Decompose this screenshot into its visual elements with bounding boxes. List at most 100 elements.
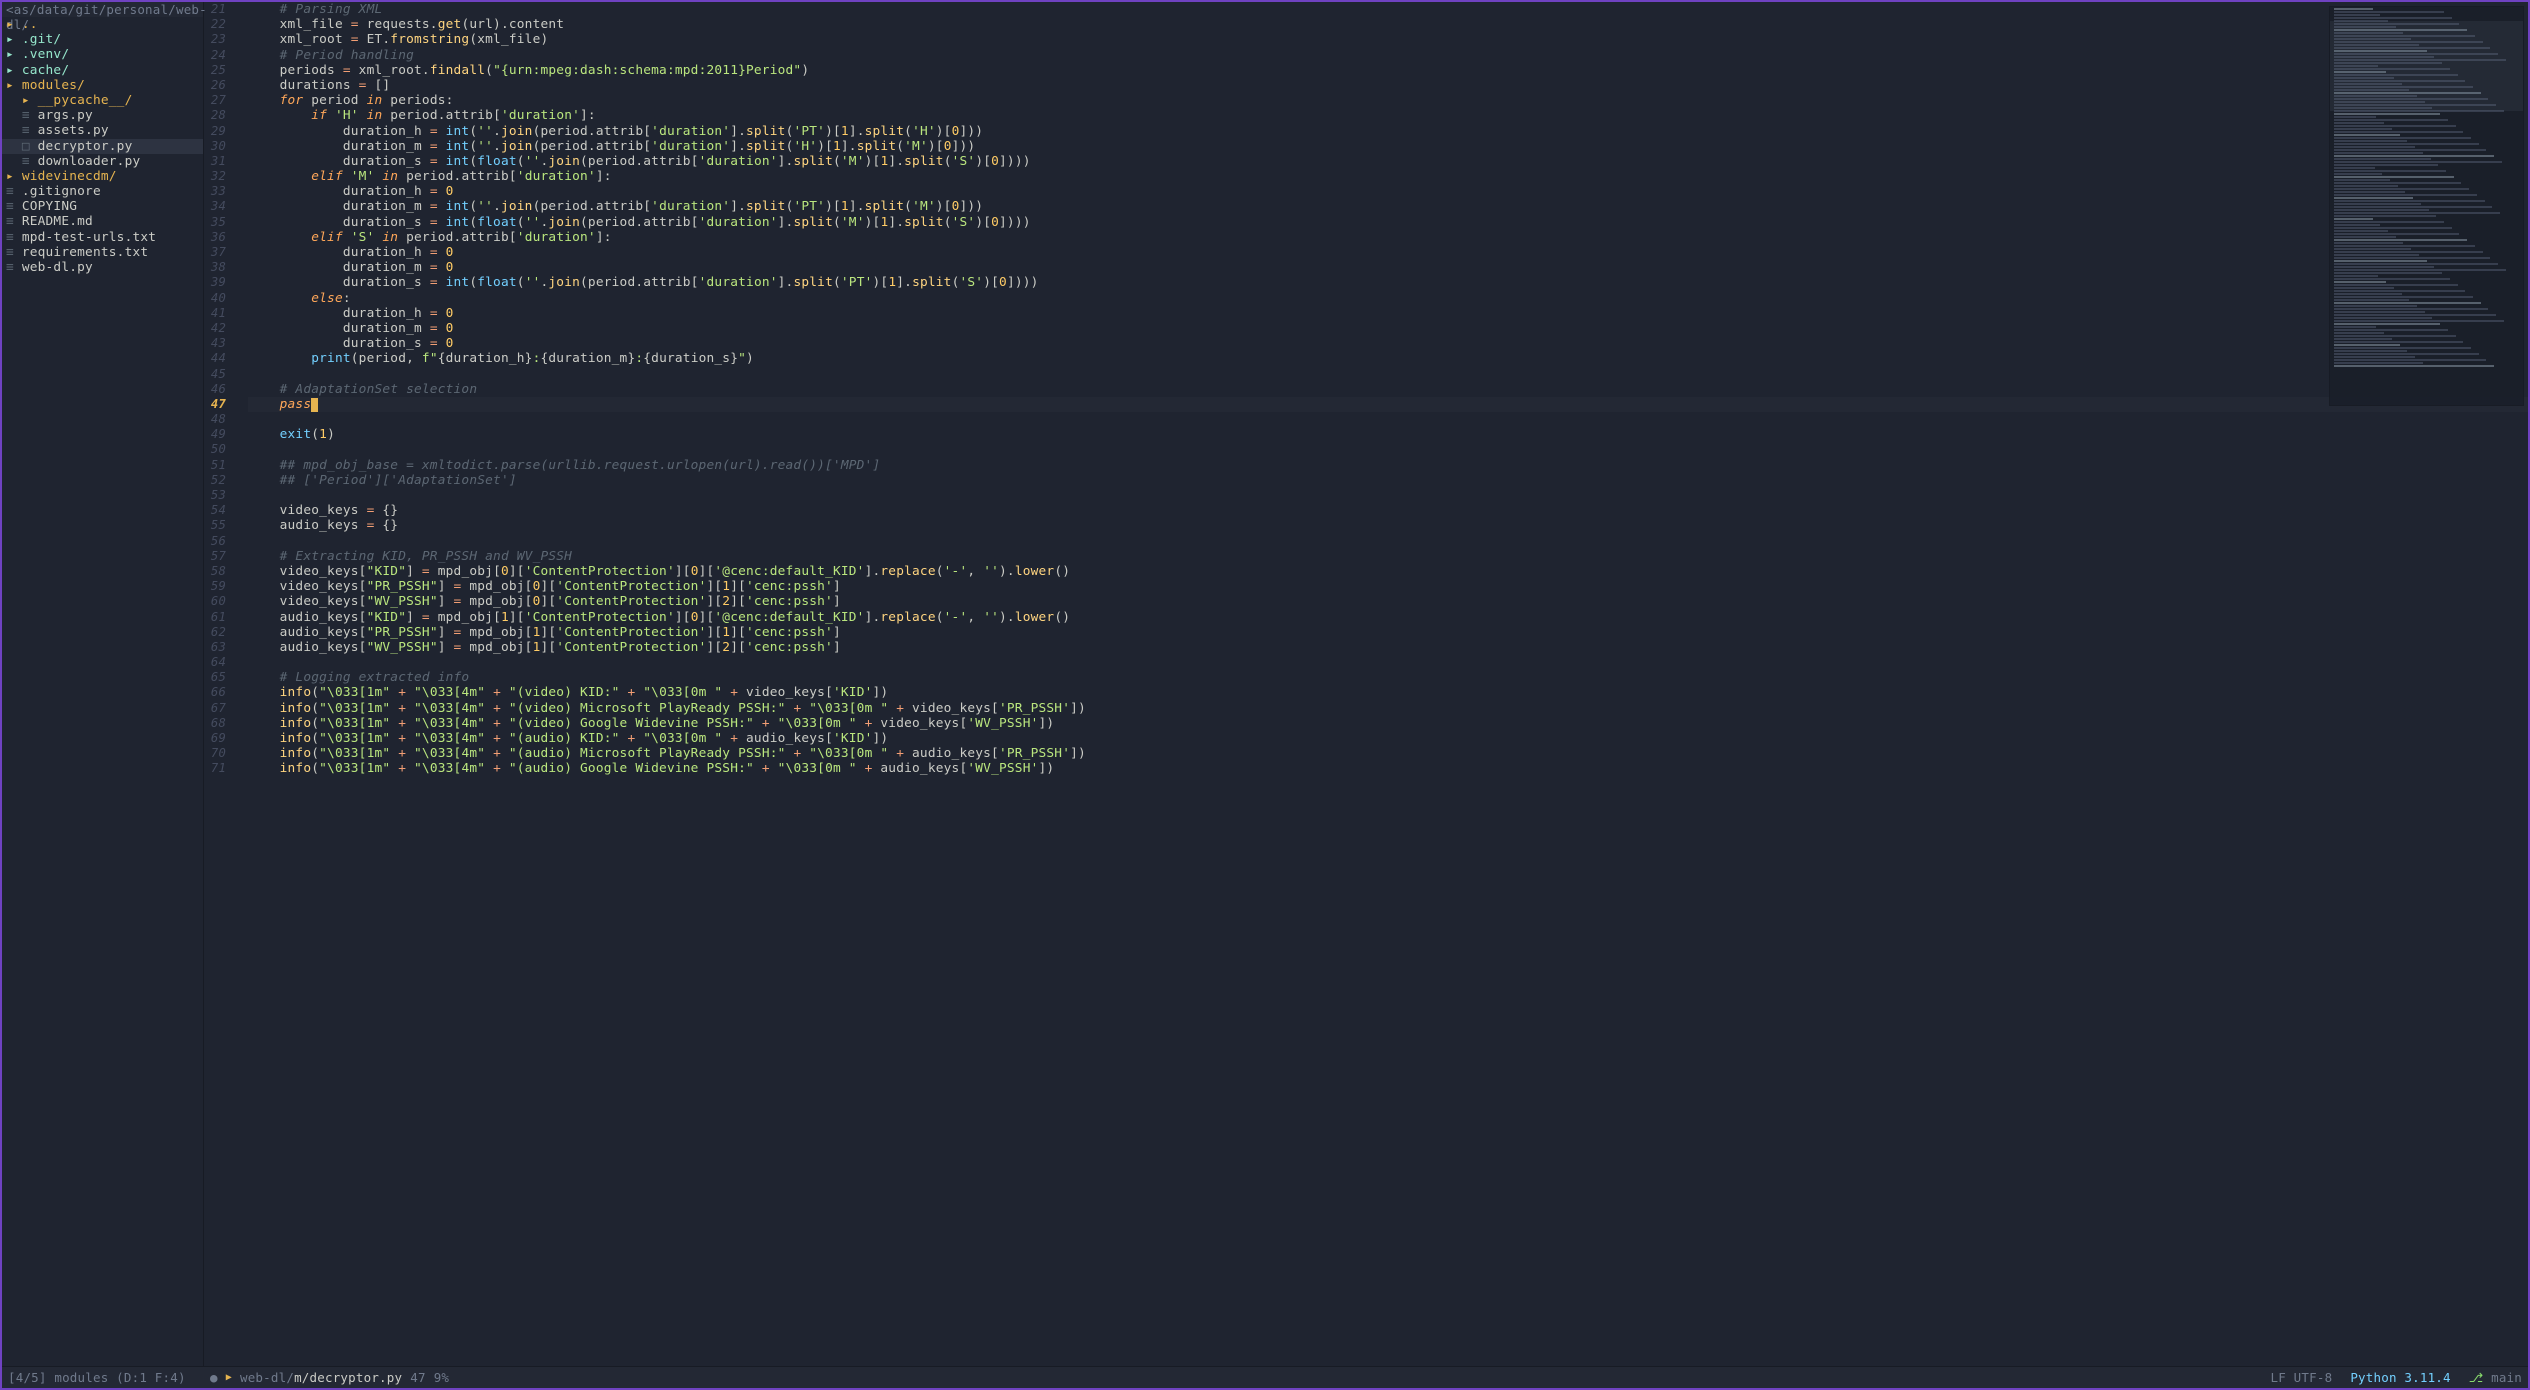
code-line[interactable]: info("\033[1m" + "\033[4m" + "(video) Go… [248, 716, 2528, 731]
tree-item-downloader-py[interactable]: ≡ downloader.py [2, 154, 203, 169]
status-line-number: 47 [410, 1367, 425, 1389]
status-bar: [4/5] modules (D:1 F:4) ● ▶ web-dl/m/dec… [2, 1366, 2528, 1388]
code-line[interactable]: video_keys["PR_PSSH"] = mpd_obj[0]['Cont… [248, 579, 2528, 594]
code-line[interactable]: ## mpd_obj_base = xmltodict.parse(urllib… [248, 458, 2528, 473]
tree-item--venv-[interactable]: ▸ .venv/ [2, 47, 203, 62]
code-line[interactable] [248, 655, 2528, 670]
line-number: 24 [204, 48, 226, 63]
tree-item--gitignore[interactable]: ≡ .gitignore [2, 184, 203, 199]
code-line[interactable]: video_keys = {} [248, 503, 2528, 518]
code-line[interactable]: periods = xml_root.findall("{urn:mpeg:da… [248, 63, 2528, 78]
code-line[interactable]: elif 'S' in period.attrib['duration']: [248, 230, 2528, 245]
code-line[interactable]: duration_s = int(float(''.join(period.at… [248, 154, 2528, 169]
tree-icon: ≡ [22, 154, 30, 169]
code-line[interactable]: info("\033[1m" + "\033[4m" + "(audio) KI… [248, 731, 2528, 746]
code-line[interactable]: duration_h = int(''.join(period.attrib['… [248, 124, 2528, 139]
code-line[interactable] [248, 412, 2528, 427]
code-line[interactable]: duration_s = int(float(''.join(period.at… [248, 275, 2528, 290]
code-line[interactable]: ## ['Period']['AdaptationSet'] [248, 473, 2528, 488]
line-number: 60 [204, 594, 226, 609]
code-line[interactable]: duration_h = 0 [248, 245, 2528, 260]
status-encoding: LF UTF-8 [2271, 1367, 2333, 1389]
tree-item-assets-py[interactable]: ≡ assets.py [2, 123, 203, 138]
line-number: 25 [204, 63, 226, 78]
tree-item-label: downloader.py [38, 154, 141, 169]
code-line[interactable]: duration_s = int(float(''.join(period.at… [248, 215, 2528, 230]
tree-item-requirements-txt[interactable]: ≡ requirements.txt [2, 245, 203, 260]
code-line[interactable]: # Parsing XML [248, 2, 2528, 17]
code-line[interactable]: # AdaptationSet selection [248, 382, 2528, 397]
code-line[interactable] [248, 534, 2528, 549]
code-line[interactable]: duration_m = 0 [248, 321, 2528, 336]
code-line[interactable]: # Extracting KID, PR_PSSH and WV_PSSH [248, 549, 2528, 564]
code-line[interactable]: duration_h = 0 [248, 306, 2528, 321]
code-line[interactable]: info("\033[1m" + "\033[4m" + "(video) KI… [248, 685, 2528, 700]
code-line[interactable]: xml_root = ET.fromstring(xml_file) [248, 32, 2528, 47]
tree-icon: ▸ [22, 93, 30, 108]
line-number: 23 [204, 32, 226, 47]
tree-item-cache-[interactable]: ▸ cache/ [2, 63, 203, 78]
line-number: 47 [204, 397, 226, 412]
tree-item---pycache---[interactable]: ▸ __pycache__/ [2, 93, 203, 108]
minimap[interactable] [2329, 6, 2524, 406]
code-line[interactable]: elif 'M' in period.attrib['duration']: [248, 169, 2528, 184]
line-number: 33 [204, 184, 226, 199]
code-line[interactable] [248, 442, 2528, 457]
line-number: 64 [204, 655, 226, 670]
tree-item-label: modules/ [22, 78, 85, 93]
tree-item-decryptor-py[interactable]: □ decryptor.py [2, 139, 203, 154]
line-number: 28 [204, 108, 226, 123]
code-line[interactable]: if 'H' in period.attrib['duration']: [248, 108, 2528, 123]
line-number: 31 [204, 154, 226, 169]
code-line[interactable]: audio_keys = {} [248, 518, 2528, 533]
file-tree[interactable]: <as/data/git/personal/web-dl/ ▸ ..▸ .git… [2, 2, 204, 1366]
tree-item-args-py[interactable]: ≡ args.py [2, 108, 203, 123]
code-line[interactable]: duration_s = 0 [248, 336, 2528, 351]
code-line[interactable] [248, 488, 2528, 503]
code-line[interactable]: video_keys["KID"] = mpd_obj[0]['ContentP… [248, 564, 2528, 579]
code-line[interactable]: durations = [] [248, 78, 2528, 93]
tree-item-mpd-test-urls-txt[interactable]: ≡ mpd-test-urls.txt [2, 230, 203, 245]
code-line[interactable] [248, 367, 2528, 382]
minimap-viewport[interactable] [2330, 21, 2523, 111]
code-line[interactable]: audio_keys["WV_PSSH"] = mpd_obj[1]['Cont… [248, 640, 2528, 655]
code-line[interactable]: duration_m = 0 [248, 260, 2528, 275]
code-editor[interactable]: # Parsing XML xml_file = requests.get(ur… [232, 2, 2528, 1366]
line-number: 43 [204, 336, 226, 351]
code-line[interactable]: for period in periods: [248, 93, 2528, 108]
code-line[interactable]: print(period, f"{duration_h}:{duration_m… [248, 351, 2528, 366]
code-line[interactable]: info("\033[1m" + "\033[4m" + "(video) Mi… [248, 701, 2528, 716]
code-line[interactable]: # Logging extracted info [248, 670, 2528, 685]
code-line[interactable]: xml_file = requests.get(url).content [248, 17, 2528, 32]
tree-item---[interactable]: ▸ .. [2, 17, 203, 32]
tree-item-COPYING[interactable]: ≡ COPYING [2, 199, 203, 214]
code-line[interactable]: video_keys["WV_PSSH"] = mpd_obj[0]['Cont… [248, 594, 2528, 609]
tree-item-label: mpd-test-urls.txt [22, 230, 156, 245]
code-line[interactable]: audio_keys["PR_PSSH"] = mpd_obj[1]['Cont… [248, 625, 2528, 640]
status-git-branch: ⎇ main [2469, 1367, 2522, 1389]
tree-item-widevinecdm-[interactable]: ▸ widevinecdm/ [2, 169, 203, 184]
line-number: 66 [204, 685, 226, 700]
code-line[interactable]: duration_m = int(''.join(period.attrib['… [248, 199, 2528, 214]
tree-icon: ▸ [6, 17, 14, 32]
code-line[interactable]: info("\033[1m" + "\033[4m" + "(audio) Go… [248, 761, 2528, 776]
tree-item-web-dl-py[interactable]: ≡ web-dl.py [2, 260, 203, 275]
line-number: 58 [204, 564, 226, 579]
status-tree-info: [4/5] modules (D:1 F:4) [8, 1367, 210, 1388]
code-line[interactable]: exit(1) [248, 427, 2528, 442]
line-number: 30 [204, 139, 226, 154]
tree-item-modules-[interactable]: ▸ modules/ [2, 78, 203, 93]
code-line[interactable]: pass [248, 397, 2528, 412]
line-number: 42 [204, 321, 226, 336]
line-number: 37 [204, 245, 226, 260]
code-line[interactable]: # Period handling [248, 48, 2528, 63]
tree-item-README-md[interactable]: ≡ README.md [2, 214, 203, 229]
tree-item--git-[interactable]: ▸ .git/ [2, 32, 203, 47]
code-line[interactable]: duration_m = int(''.join(period.attrib['… [248, 139, 2528, 154]
tree-item-label: widevinecdm/ [22, 169, 117, 184]
code-line[interactable]: audio_keys["KID"] = mpd_obj[1]['ContentP… [248, 610, 2528, 625]
line-number: 34 [204, 199, 226, 214]
code-line[interactable]: else: [248, 291, 2528, 306]
code-line[interactable]: info("\033[1m" + "\033[4m" + "(audio) Mi… [248, 746, 2528, 761]
code-line[interactable]: duration_h = 0 [248, 184, 2528, 199]
